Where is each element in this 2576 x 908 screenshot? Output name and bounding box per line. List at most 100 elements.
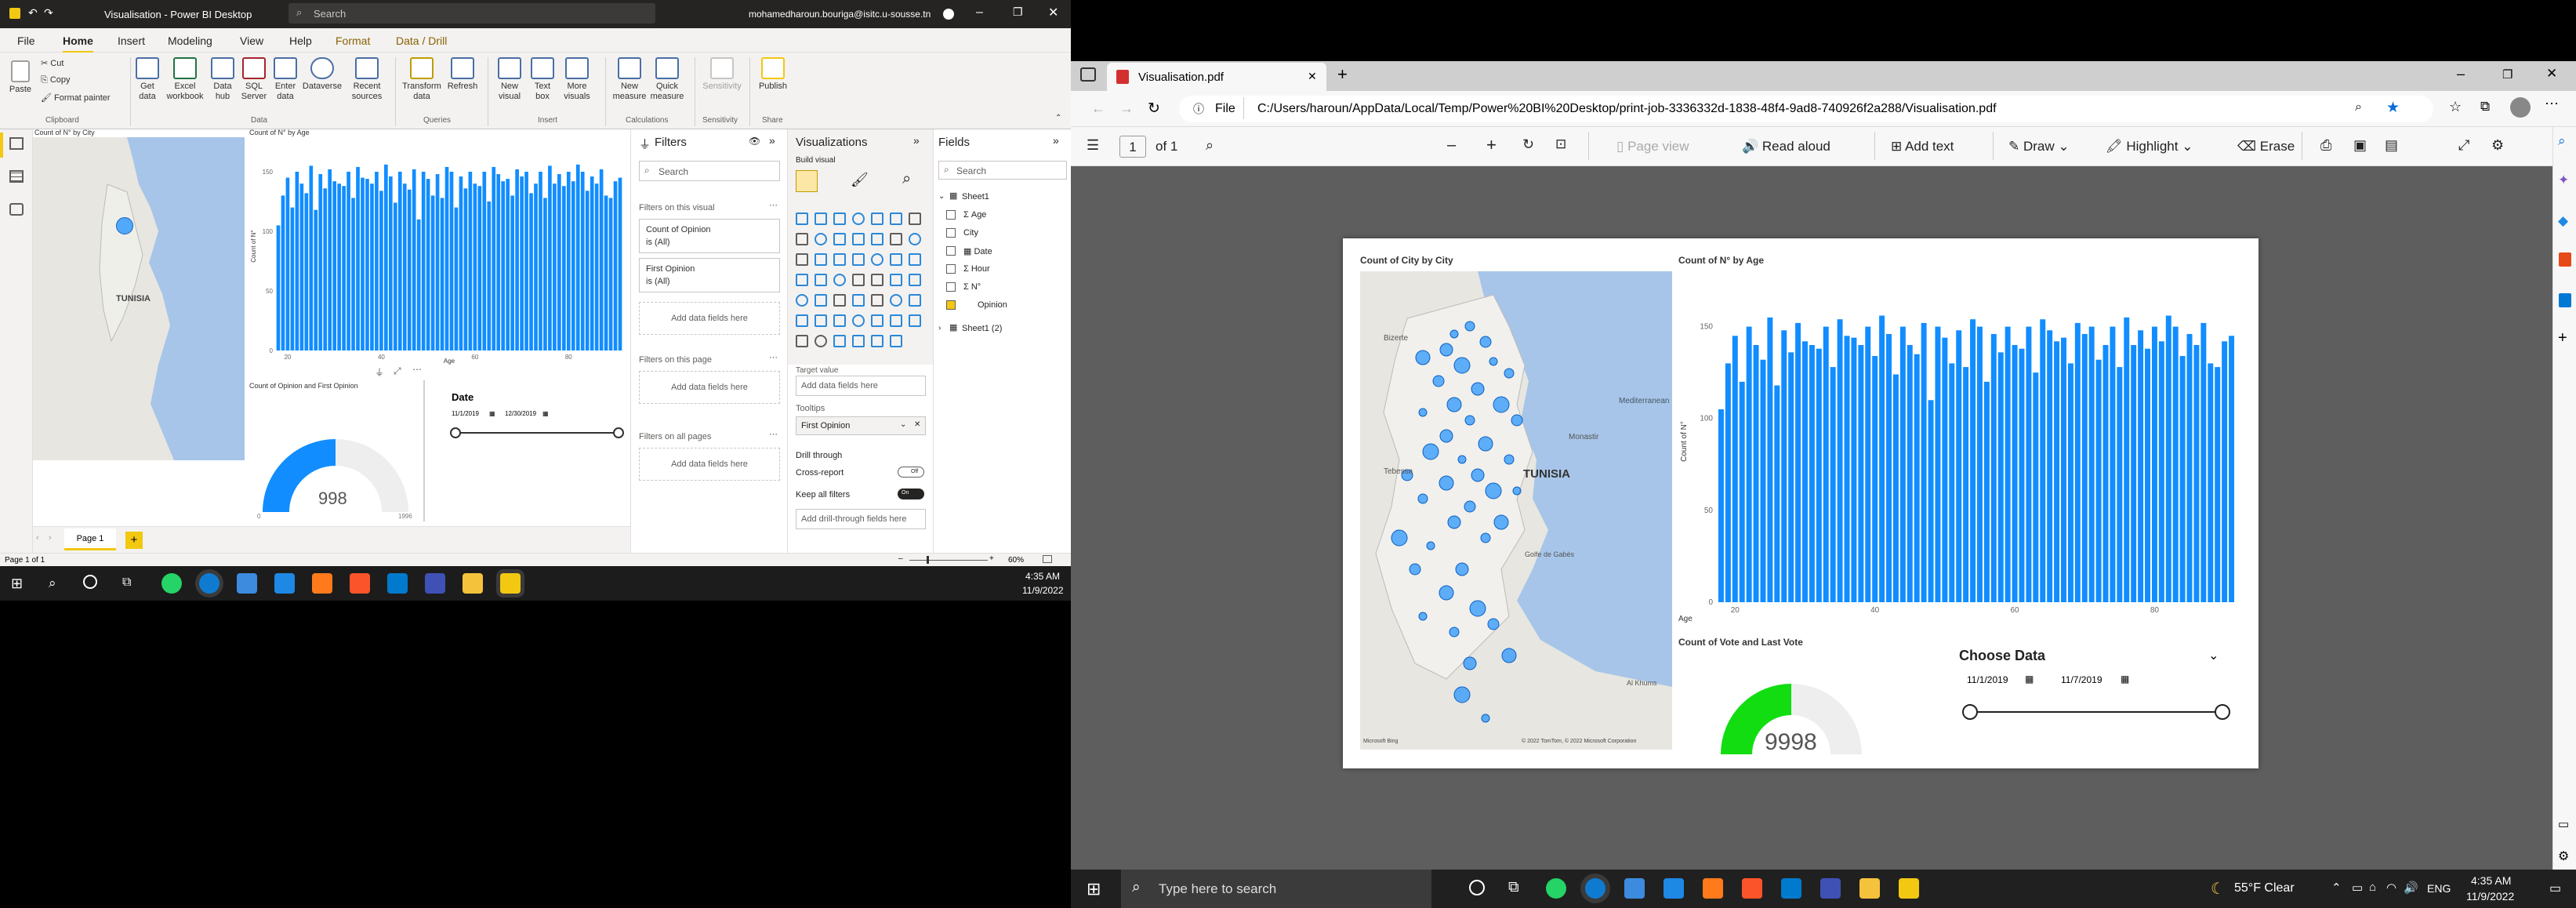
visual-type-icon[interactable]	[796, 233, 808, 245]
address-bar[interactable]: ⓘ File C:/Users/haroun/AppData/Local/Tem…	[1179, 96, 2433, 122]
contents-icon[interactable]: ☰	[1087, 137, 1099, 154]
visual-type-icon[interactable]	[871, 233, 883, 245]
windows-start-icon[interactable]: ⊞	[11, 576, 23, 592]
title-search-box[interactable]: ⌕ Search	[288, 3, 655, 24]
battery-icon[interactable]: ▭	[2352, 881, 2363, 895]
visual-type-icon[interactable]	[852, 294, 865, 307]
checkbox[interactable]	[946, 210, 956, 220]
field-item[interactable]: City	[946, 226, 1064, 242]
visual-type-icon[interactable]	[871, 314, 883, 327]
search-icon[interactable]: ⌕	[1206, 137, 1214, 154]
quick-measure-button[interactable]: Quick measure	[648, 57, 687, 102]
map-visual[interactable]: TUNISIA	[33, 137, 245, 460]
brave-icon[interactable]	[1742, 878, 1762, 899]
minimize-icon[interactable]: –	[2457, 66, 2465, 82]
highlight-button[interactable]: 🖍 Highlight ⌄	[2106, 139, 2193, 154]
profile-avatar[interactable]	[2510, 97, 2531, 118]
calendar-icon[interactable]: ▦	[489, 410, 495, 417]
undo-icon[interactable]: ↶	[28, 6, 38, 20]
visual-type-icon[interactable]	[833, 253, 846, 266]
collapse-pane-icon[interactable]: »	[913, 134, 920, 147]
collapse-pane-icon[interactable]: »	[1053, 134, 1059, 147]
checkbox-checked[interactable]	[946, 300, 956, 310]
visual-type-icon[interactable]	[796, 274, 808, 286]
visual-type-icon[interactable]	[871, 335, 883, 347]
new-visual-button[interactable]: New visual	[492, 57, 527, 102]
visual-type-icon[interactable]	[909, 314, 921, 327]
visual-type-icon[interactable]	[833, 274, 846, 286]
forward-icon[interactable]: →	[1119, 100, 1134, 117]
tab-actions-icon[interactable]	[1080, 67, 1096, 82]
slicer-date-from[interactable]: 11/1/2019	[452, 410, 479, 417]
visual-type-icon[interactable]	[890, 233, 902, 245]
notification-icon[interactable]: ▭	[2549, 881, 2561, 896]
chevron-down-icon[interactable]: ⌄	[938, 192, 945, 201]
add-page-button[interactable]: +	[125, 532, 143, 549]
visual-type-icon[interactable]	[852, 274, 865, 286]
visual-type-icon[interactable]	[833, 294, 846, 307]
network-icon[interactable]: ⌂	[2369, 881, 2376, 894]
visual-type-icon[interactable]	[909, 274, 921, 286]
windows-start-icon[interactable]: ⊞	[1087, 879, 1101, 899]
fields-search-input[interactable]: ⌕ Search	[938, 161, 1067, 180]
erase-button[interactable]: ⌫ Erase	[2237, 139, 2295, 154]
visual-type-icon[interactable]	[890, 335, 902, 347]
keep-all-filters-toggle[interactable]: On	[898, 489, 924, 499]
back-icon[interactable]: ←	[1091, 100, 1105, 117]
publish-button[interactable]: Publish	[754, 57, 792, 92]
chevron-down-icon[interactable]: ⌄	[900, 420, 906, 429]
target-value-well[interactable]: Add data fields here	[796, 376, 926, 396]
cortana-icon[interactable]	[83, 575, 97, 589]
field-item[interactable]: Σ Age	[946, 208, 1064, 223]
visual-type-icon[interactable]	[796, 212, 808, 225]
format-painter-button[interactable]: 🖌 Format painter	[41, 93, 111, 103]
office-icon[interactable]	[2559, 252, 2571, 267]
add-text-button[interactable]: ⊞ Add text	[1891, 139, 1954, 154]
bar-visual[interactable]: 0 50 100 150 20 40 60 80 Count of N° Age	[249, 137, 629, 365]
visual-type-icon[interactable]	[833, 314, 846, 327]
visual-type-icon[interactable]	[833, 335, 846, 347]
settings-gear-icon[interactable]: ⚙	[2558, 848, 2569, 864]
zoom-slider-thumb[interactable]	[927, 556, 929, 564]
more-options-icon[interactable]: ⋯	[412, 364, 422, 375]
visual-type-icon[interactable]	[909, 233, 921, 245]
pdf-viewer[interactable]: Count of City by City TUNISIA Bizerte Te…	[1071, 166, 2552, 870]
edge-icon[interactable]	[1585, 878, 1605, 899]
data-hub-button[interactable]: Data hub	[207, 57, 238, 102]
add-report-filter-field[interactable]: Add data fields here	[639, 448, 780, 481]
enter-data-button[interactable]: Enter data	[270, 57, 301, 102]
visual-type-icon[interactable]	[890, 294, 902, 307]
zoom-slider[interactable]	[909, 560, 988, 561]
visual-type-icon[interactable]	[909, 253, 921, 266]
table-sheet1-2[interactable]: Sheet1 (2)	[962, 324, 1002, 333]
field-item[interactable]: Σ Hour	[946, 262, 1064, 278]
read-aloud-button[interactable]: 🔊 Read aloud	[1742, 139, 1830, 154]
visual-type-icon[interactable]	[871, 253, 883, 266]
sql-server-button[interactable]: SQL Server	[238, 57, 270, 102]
store-icon[interactable]	[237, 573, 257, 594]
date-slicer[interactable]: Date 11/1/2019 ▦ 12/30/2019 ▦	[450, 391, 629, 454]
visual-type-icon[interactable]	[815, 314, 827, 327]
rotate-icon[interactable]: ↻	[1522, 136, 1534, 153]
visual-type-icon[interactable]	[871, 212, 883, 225]
visual-type-icon[interactable]	[833, 212, 846, 225]
avatar[interactable]	[943, 9, 954, 20]
cut-button[interactable]: ✂ Cut	[41, 58, 63, 68]
cortana-icon[interactable]	[1469, 880, 1485, 895]
recent-sources-button[interactable]: Recent sources	[345, 57, 389, 102]
prev-page-icon[interactable]: ‹	[36, 533, 39, 543]
sensitivity-button[interactable]: Sensitivity	[699, 57, 745, 92]
settings-gear-icon[interactable]: ⚙	[2491, 137, 2504, 154]
vscode-icon[interactable]	[1781, 878, 1801, 899]
checkbox[interactable]	[946, 228, 956, 238]
checkbox[interactable]	[946, 246, 956, 256]
slicer-handle-end[interactable]	[613, 427, 624, 438]
visual-type-icon[interactable]	[852, 314, 865, 327]
visual-type-icon[interactable]	[815, 335, 827, 347]
gauge-visual[interactable]: 998 0 1996	[249, 391, 422, 526]
drill-through-well[interactable]: Add drill-through fields here	[796, 509, 926, 529]
visual-type-icon[interactable]	[909, 212, 921, 225]
menu-format[interactable]: Format	[336, 35, 370, 47]
excel-workbook-button[interactable]: Excel workbook	[165, 57, 205, 102]
filter-icon[interactable]: ⏚	[375, 365, 384, 379]
